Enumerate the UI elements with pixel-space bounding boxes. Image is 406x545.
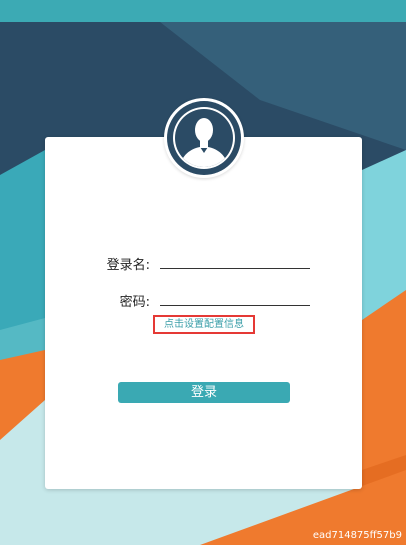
password-input[interactable]: [160, 287, 310, 306]
user-silhouette-icon: [167, 101, 241, 175]
password-label: 密码:: [119, 295, 150, 310]
username-input[interactable]: [160, 250, 310, 269]
config-settings-link[interactable]: 点击设置配置信息: [153, 315, 255, 334]
login-button[interactable]: 登录: [118, 382, 290, 403]
top-bar: [0, 0, 406, 22]
username-label: 登录名:: [106, 258, 150, 273]
watermark-text: ead714875ff57b9: [312, 530, 402, 541]
login-card: [45, 137, 362, 489]
avatar: [164, 98, 244, 178]
